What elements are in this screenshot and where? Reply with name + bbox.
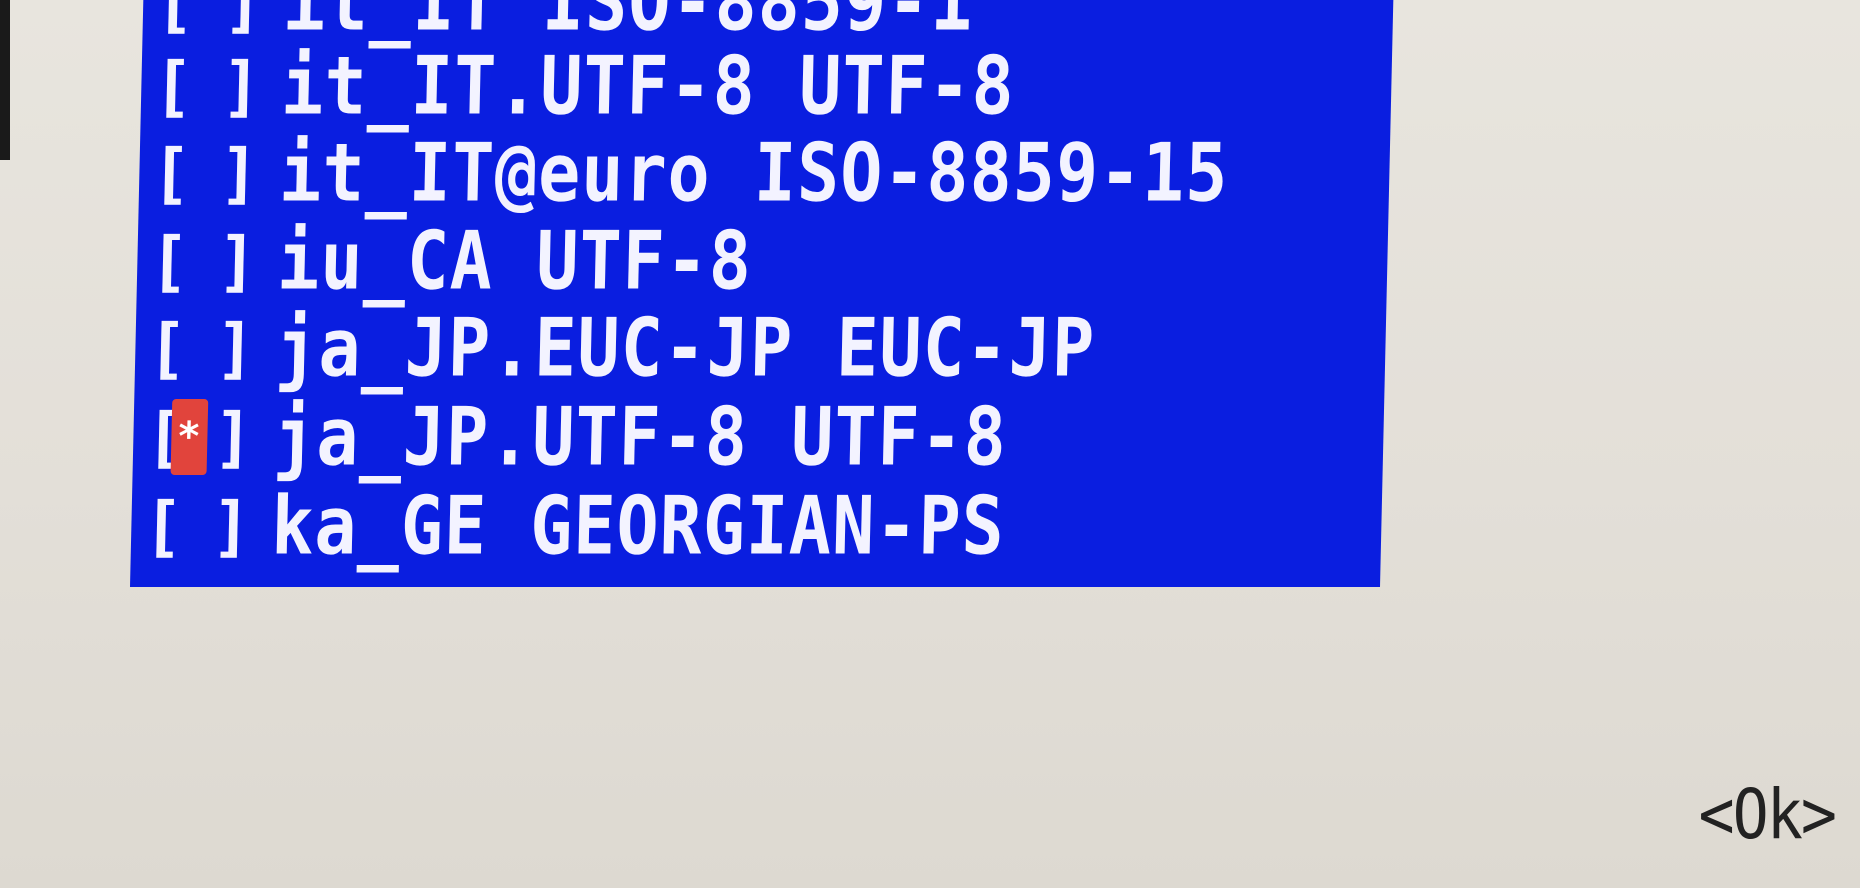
ok-button[interactable]: <Ok> bbox=[1699, 775, 1837, 856]
locale-label: it_IT ISO-8859-1 bbox=[282, 0, 975, 50]
list-item[interactable]: [ ] iu_CA UTF-8 bbox=[136, 213, 754, 309]
locale-label: ja_JP.UTF-8 UTF-8 bbox=[272, 389, 1008, 485]
locale-checkbox[interactable]: [ ] bbox=[135, 308, 267, 388]
checked-cursor-mark: * bbox=[170, 399, 209, 475]
list-item[interactable]: [ ] ka_GE GEORGIAN-PS bbox=[130, 478, 1006, 574]
locale-label: ka_GE GEORGIAN-PS bbox=[270, 478, 1006, 574]
locale-label: it_IT@euro ISO-8859-15 bbox=[278, 125, 1230, 221]
locale-checkbox[interactable]: [ ] bbox=[130, 486, 262, 566]
locale-checkbox[interactable]: [ ] bbox=[138, 133, 270, 213]
list-item[interactable]: [ ] it_IT@euro ISO-8859-15 bbox=[138, 125, 1230, 221]
locale-checkbox-checked[interactable]: [ * ] bbox=[132, 397, 264, 477]
locale-checkbox[interactable]: [ ] bbox=[140, 46, 272, 126]
locale-checklist[interactable]: [ ] it_IT ISO-8859-1 [ ] it_IT.UTF-8 UTF… bbox=[130, 0, 1394, 587]
locale-selection-dialog: [ ] it_IT ISO-8859-1 [ ] it_IT.UTF-8 UTF… bbox=[0, 0, 1860, 888]
screen-bezel-edge bbox=[0, 0, 10, 160]
locale-label: ja_JP.EUC-JP EUC-JP bbox=[274, 300, 1097, 396]
list-item[interactable]: [ ] it_IT ISO-8859-1 bbox=[142, 0, 975, 50]
locale-label: iu_CA UTF-8 bbox=[276, 213, 754, 309]
list-item-selected[interactable]: [ * ] ja_JP.UTF-8 UTF-8 bbox=[132, 389, 1008, 485]
locale-checkbox[interactable]: [ ] bbox=[142, 0, 274, 42]
list-item[interactable]: [ ] ja_JP.EUC-JP EUC-JP bbox=[135, 300, 1097, 396]
locale-checkbox[interactable]: [ ] bbox=[136, 221, 268, 301]
locale-label: it_IT.UTF-8 UTF-8 bbox=[280, 38, 1016, 134]
list-item[interactable]: [ ] it_IT.UTF-8 UTF-8 bbox=[140, 38, 1016, 134]
